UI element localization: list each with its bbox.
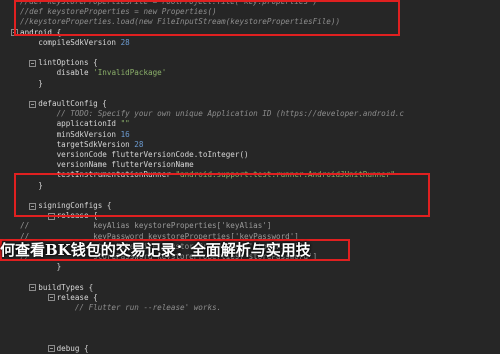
code-line[interactable]: lintOptions { [0,58,500,68]
code-token: //keystoreProperties.load(new FileInputS… [20,17,341,27]
code-token: compileSdkVersion [20,37,121,47]
code-line[interactable] [0,191,500,201]
code-text: // Flutter run --release' works. [20,303,221,313]
code-token: android { [20,27,62,37]
code-line[interactable]: signingConfigs { [0,201,500,211]
code-text: testInstrumentationRunner "android.suppo… [20,170,395,180]
code-text: debug { [20,344,89,354]
code-line[interactable]: minSdkVersion 16 [0,130,500,140]
code-token: // TODO: Specify your own unique Applica… [20,109,405,119]
code-line[interactable]: applicationId "" [0,119,500,129]
code-line[interactable]: release { [0,293,500,303]
code-text: // keyAlias keystoreProperties['keyAlias… [20,221,271,231]
code-token: release { [20,292,98,302]
code-token: targetSdkVersion [20,139,135,149]
code-line[interactable]: versionCode flutterVersionCode.toInteger… [0,150,500,160]
code-token: versionName flutterVersionName [20,160,194,170]
code-line[interactable] [0,272,500,282]
code-text: //keystoreProperties.load(new FileInputS… [20,17,340,27]
code-token: 16 [120,129,130,139]
code-text: } [20,181,43,191]
code-token: signingConfigs { [20,201,112,210]
fold-toggle-icon[interactable] [11,29,18,37]
code-line[interactable]: targetSdkVersion 28 [0,140,500,150]
code-line[interactable] [0,89,500,99]
code-line[interactable]: } [0,181,500,191]
code-text: targetSdkVersion 28 [20,139,144,150]
article-title-overlay: 何查看BK钱包的交易记录：全面解析与实用技 [0,241,311,259]
code-token: applicationId [20,119,121,129]
code-line[interactable]: } [0,79,500,89]
code-text: minSdkVersion 16 [20,130,130,140]
code-token: // keyAlias keystoreProperties['keyAlias… [20,221,272,231]
code-text: } [20,262,62,272]
code-token: //def keystorePropertiesFile = rootProje… [20,0,318,6]
code-token: lintOptions { [20,58,98,68]
code-text: release { [20,293,98,303]
code-line[interactable]: // TODO: Specify your own unique Applica… [0,109,500,119]
code-token: } [20,180,43,190]
code-token: } [20,78,43,88]
code-text: android { [20,28,61,38]
code-text: release { [20,211,98,221]
code-line[interactable]: release { [0,211,500,221]
code-line[interactable]: disable 'InvalidPackage' [0,68,500,78]
code-token: "" [120,119,130,129]
code-text: defaultConfig { [20,99,107,109]
code-line[interactable]: versionName flutterVersionName [0,160,500,170]
code-text: //def keystoreProperties = new Propertie… [20,7,217,17]
code-line[interactable]: // keyAlias keystoreProperties['keyAlias… [0,221,500,231]
code-line[interactable]: //def keystoreProperties = new Propertie… [0,7,500,17]
code-text: versionName flutterVersionName [20,160,194,170]
code-token: 28 [120,37,130,47]
code-line[interactable] [0,48,500,58]
code-token: "android.support.test.runner.AndroidJUni… [175,170,395,180]
code-text: versionCode flutterVersionCode.toInteger… [20,150,249,160]
code-text: // TODO: Specify your own unique Applica… [20,109,404,119]
code-token: 28 [134,139,144,149]
code-text: applicationId "" [20,119,130,129]
code-token: minSdkVersion [20,129,121,139]
code-token: release { [20,211,98,221]
code-line[interactable]: debug { [0,344,500,354]
code-text: disable 'InvalidPackage' [20,68,167,78]
code-token: buildTypes { [20,282,94,292]
code-token: disable [20,68,94,78]
code-token: testInstrumentationRunner [20,170,176,180]
code-line[interactable] [0,323,500,333]
code-line[interactable]: } [0,262,500,272]
code-text: compileSdkVersion 28 [20,37,130,48]
code-line[interactable]: //keystoreProperties.load(new FileInputS… [0,17,500,27]
code-line[interactable]: compileSdkVersion 28 [0,38,500,48]
code-line[interactable]: //def keystorePropertiesFile = rootProje… [0,0,500,7]
code-text: } [20,79,43,89]
code-text: buildTypes { [20,283,93,293]
code-line[interactable]: buildTypes { [0,283,500,293]
code-token: } [20,262,62,272]
code-line[interactable] [0,313,500,323]
code-line[interactable]: testInstrumentationRunner "android.suppo… [0,170,500,180]
code-token: 'InvalidPackage' [93,68,167,78]
code-line[interactable]: defaultConfig { [0,99,500,109]
code-token: // Flutter run --release' works. [20,303,222,312]
code-line[interactable]: // Flutter run --release' works. [0,303,500,313]
code-text: signingConfigs { [20,201,111,211]
code-text: lintOptions { [20,58,98,68]
code-token: versionCode flutterVersionCode.toInteger… [20,150,249,159]
code-text: //def keystorePropertiesFile = rootProje… [20,0,317,7]
code-line[interactable] [0,334,500,344]
code-token: //def keystoreProperties = new Propertie… [20,7,217,17]
code-token: debug { [20,343,89,353]
code-line[interactable]: android { [0,28,500,38]
code-token: defaultConfig { [20,99,107,108]
